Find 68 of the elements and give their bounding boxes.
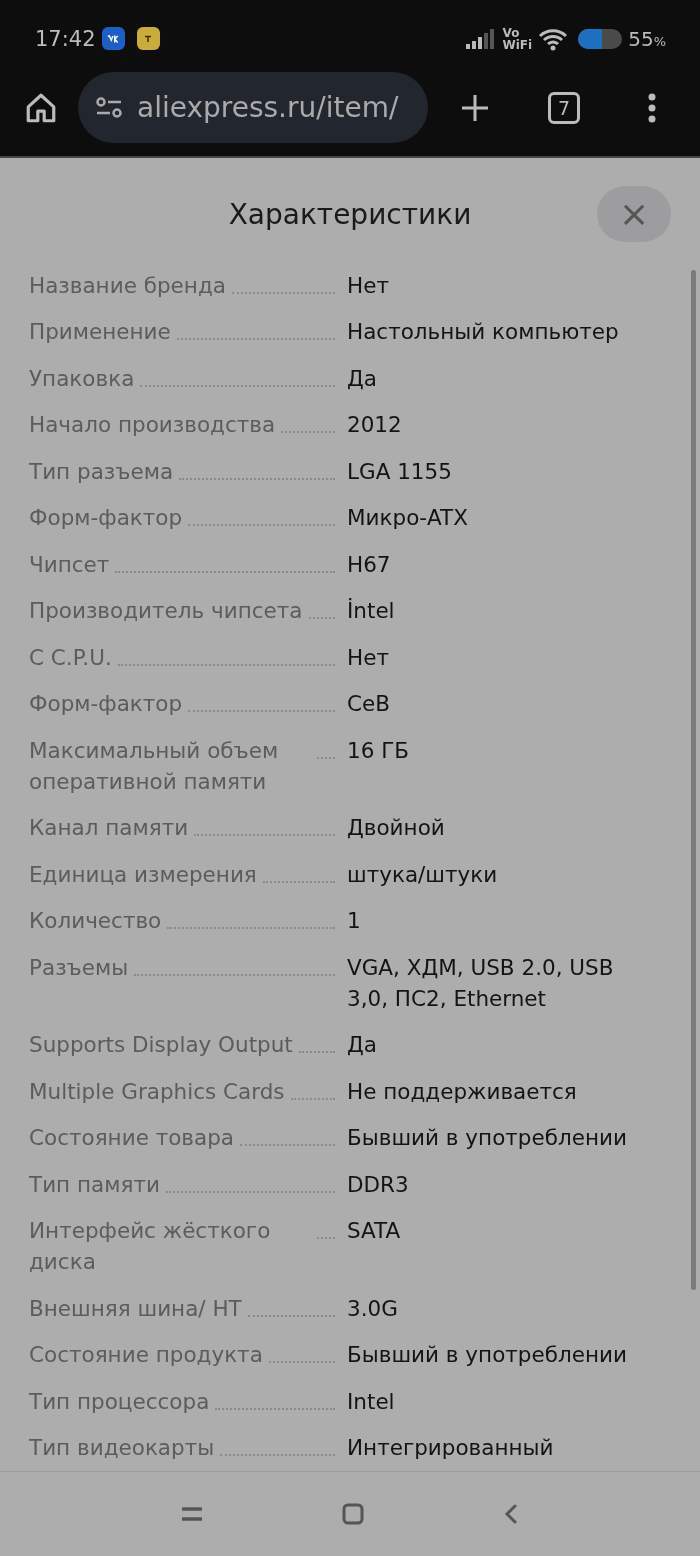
spec-value: Intel — [347, 1387, 396, 1416]
spec-label: Канал памяти — [29, 814, 189, 843]
spec-label: Название бренда — [29, 271, 226, 300]
tab-count-button[interactable]: 7 — [548, 91, 580, 124]
spec-value: Не поддерживается — [347, 1077, 578, 1106]
spec-label: Состояние товара — [29, 1124, 235, 1153]
spec-label: Количество — [29, 907, 162, 936]
recents-button[interactable] — [182, 1506, 202, 1522]
spec-value: Настольный компьютер — [347, 318, 620, 347]
spec-value: Бывший в употреблении — [347, 1341, 628, 1370]
spec-label: С C.P.U. — [29, 643, 112, 672]
spec-value: Интегрированный — [347, 1434, 555, 1463]
spec-value: Микро-ATX — [347, 504, 469, 533]
network-label: WiFi — [502, 38, 533, 51]
spec-value: Да — [347, 1031, 378, 1060]
battery-percent: 55 — [628, 26, 654, 51]
spec-label: Multiple Graphics Cards — [29, 1077, 285, 1106]
spec-value: Нет — [347, 271, 390, 300]
spec-value: штука/штуки — [347, 860, 499, 889]
spec-value: İntel — [347, 597, 396, 626]
spec-value: 2012 — [347, 411, 403, 440]
url-field[interactable]: aliexpress.ru/item/ — [78, 72, 428, 143]
spec-label: Упаковка — [29, 364, 135, 393]
spec-value: 1 — [347, 907, 362, 936]
spec-value: Двойной — [347, 814, 446, 843]
signal-icon — [464, 27, 497, 50]
spec-label: Производитель чипсета — [29, 597, 303, 626]
menu-button[interactable] — [648, 92, 656, 123]
new-tab-button[interactable] — [460, 92, 490, 123]
spec-value: SATA — [347, 1217, 402, 1246]
spec-label: Применение — [29, 318, 171, 347]
spec-value: 16 ГБ — [347, 736, 411, 765]
spec-label: Тип процессора — [29, 1387, 210, 1416]
spec-value: 3.0G — [347, 1294, 399, 1323]
spec-label: Форм-фактор — [29, 504, 183, 533]
spec-value: CeB — [347, 690, 391, 719]
spec-label: Тип памяти — [29, 1170, 160, 1199]
home-nav-button[interactable] — [342, 1503, 364, 1525]
spec-label: Тип видеокарты — [29, 1434, 215, 1463]
spec-label: Чипсет — [29, 550, 110, 579]
spec-label: Единица измерения — [29, 860, 257, 889]
app-notification-icon — [136, 27, 160, 50]
battery-icon — [578, 28, 623, 49]
spec-label: Интерфейс жёсткого диска — [29, 1217, 272, 1277]
wifi-icon — [538, 26, 569, 51]
scrollbar-thumb[interactable] — [691, 270, 696, 1290]
network-label: Vo — [502, 26, 520, 39]
spec-label: Состояние продукта — [29, 1341, 263, 1370]
back-button[interactable] — [504, 1503, 518, 1525]
sheet-title: Характеристики — [228, 197, 472, 231]
spec-value: Нет — [347, 643, 390, 672]
site-settings-icon — [95, 96, 123, 119]
spec-value: LGA 1155 — [347, 457, 453, 486]
spec-value: VGA, ХДМ, USB 2.0, USB 3,0, ПС2, Ethernet — [347, 953, 615, 1013]
spec-value: Да — [347, 364, 378, 393]
status-time: 17:42 — [35, 26, 96, 51]
spec-label: Внешняя шина/ HT — [29, 1294, 242, 1323]
percent-sign: % — [653, 33, 666, 49]
spec-label: Начало производства — [29, 411, 276, 440]
spec-value: Бывший в употреблении — [347, 1124, 628, 1153]
spec-label: Supports Display Output — [29, 1031, 293, 1060]
spec-label: Максимальный объем оперативной памяти — [29, 736, 280, 796]
spec-label: Тип разъема — [29, 457, 174, 486]
app-notification-icon — [101, 27, 125, 50]
spec-label: Разъемы — [29, 953, 129, 982]
spec-value: DDR3 — [347, 1170, 410, 1199]
spec-value: H67 — [347, 550, 392, 579]
spec-label: Форм-фактор — [29, 690, 183, 719]
